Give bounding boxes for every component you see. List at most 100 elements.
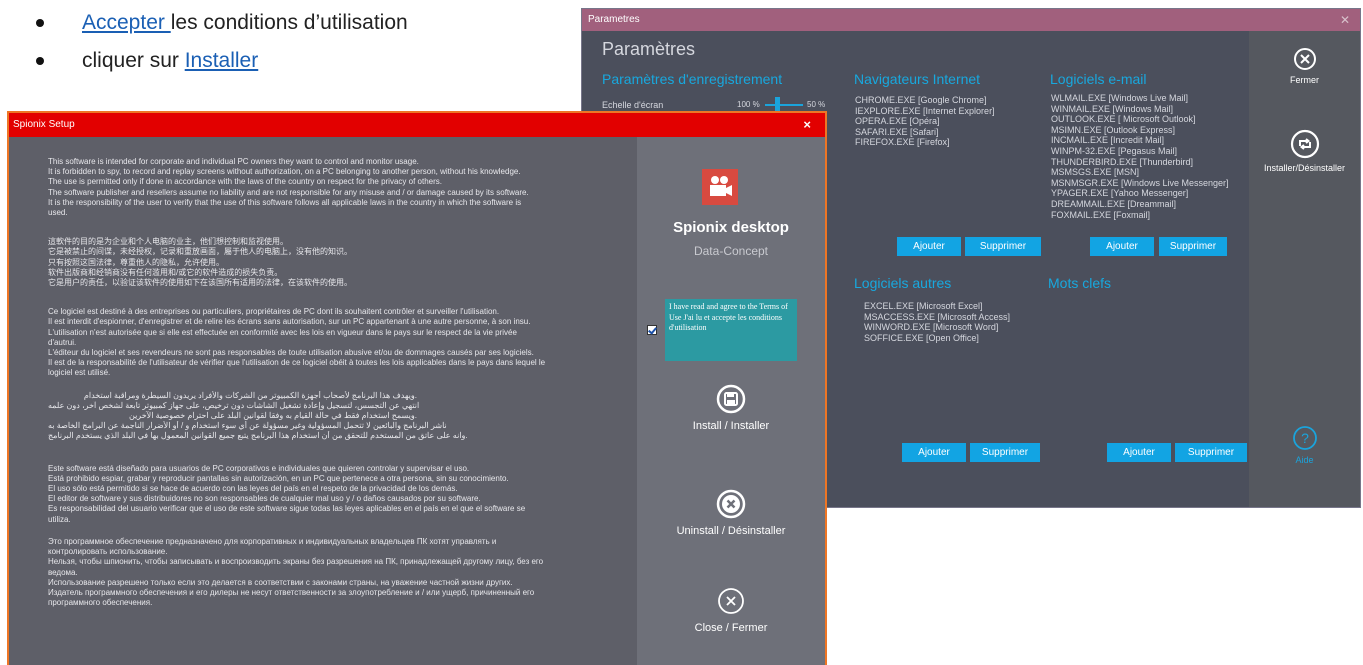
list-item: MSIMN.EXE [Outlook Express]: [1051, 124, 1176, 135]
close-icon[interactable]: ✕: [1340, 9, 1350, 31]
list-item: THUNDERBIRD.EXE [Thunderbird]: [1051, 156, 1194, 167]
remove-browser-button[interactable]: Supprimer: [965, 237, 1041, 256]
close-setup-button[interactable]: Close / Fermer: [637, 586, 825, 634]
list-item: DREAMMAIL.EXE [Dreammail]: [1051, 198, 1177, 209]
list-item: MSNMSGR.EXE [Windows Live Messenger]: [1051, 177, 1229, 188]
instructions-list: Accepter les conditions d’utilisation cl…: [30, 6, 570, 82]
terms-line: Il est de la responsabilité de l'utilisa…: [48, 358, 546, 368]
window-title: Parametres: [588, 14, 640, 25]
add-other-button[interactable]: Ajouter: [902, 443, 966, 462]
instruction-text: cliquer sur: [82, 49, 185, 72]
terms-line: Издатель программного обеспечения и его …: [48, 587, 535, 597]
instruction-accept: Accepter les conditions d’utilisation: [30, 6, 570, 44]
other-software-section-title: Logiciels autres: [854, 275, 952, 291]
scale-slider-thumb[interactable]: [775, 97, 780, 111]
instruction-text: les conditions d’utilisation: [170, 11, 408, 34]
list-item: YPAGER.EXE [Yahoo Messenger]: [1051, 188, 1189, 199]
list-item: OUTLOOK.EXE [ Microsoft Outlook]: [1051, 114, 1196, 125]
install-label: Install / Installer: [692, 420, 770, 432]
scale-slider-track[interactable]: [765, 104, 803, 106]
terms-line: logiciel est utilisé.: [48, 368, 111, 378]
terms-line: контролировать использование.: [48, 547, 168, 557]
company-name: Data-Concept: [693, 244, 769, 258]
terms-line: ويهدف هذا البرنامج لأصحاب أجهزة الكمبيوت…: [83, 390, 417, 400]
list-item: SAFARI.EXE [Safari]: [855, 126, 939, 137]
terms-line: 它是被禁止的间谍，未经授权，记录和重放画面，屬于他人的电脑上，没有他的知识。: [48, 247, 352, 257]
terms-line: وانه على عاتق من المستخدم للتحقق من أن ا…: [48, 431, 468, 441]
add-email-button[interactable]: Ajouter: [1090, 237, 1154, 256]
terms-line: 這軟件的目的是为企业和个人电脑的业主，他们想控制和监视使用。: [48, 237, 288, 247]
window-title: Spionix Setup: [13, 119, 75, 130]
terms-line: used.: [48, 208, 68, 218]
terms-line: The use is permitted only if done in acc…: [48, 177, 442, 187]
agree-checkbox[interactable]: [647, 325, 657, 335]
terms-line: It is the responsibility of the user to …: [48, 197, 522, 207]
terms-line: ведома.: [48, 567, 78, 577]
aide-button[interactable]: ? Aide: [1249, 425, 1360, 465]
terms-line: 软件出版商和经销商没有任何滥用和/或它的软件造成的损失负责。: [48, 267, 283, 277]
remove-keyword-button[interactable]: Supprimer: [1175, 443, 1247, 462]
install-link[interactable]: Installer: [185, 49, 259, 72]
list-item: WINWORD.EXE [Microsoft Word]: [864, 322, 999, 333]
list-item: INCMAIL.EXE [Incredit Mail]: [1051, 135, 1165, 146]
terms-text-area[interactable]: This software is intended for corporate …: [9, 137, 637, 665]
install-uninstall-button[interactable]: Installer/Désinstaller: [1249, 129, 1360, 173]
add-keyword-button[interactable]: Ajouter: [1107, 443, 1171, 462]
setup-sidebar: Spionix desktop Data-Concept I have read…: [637, 137, 825, 665]
list-item: FOXMAIL.EXE [Foxmail]: [1051, 209, 1151, 220]
close-circle-icon: [718, 588, 744, 614]
svg-text:?: ?: [1301, 430, 1309, 446]
remove-other-button[interactable]: Supprimer: [970, 443, 1040, 462]
terms-russian: Это программное обеспечение предназначен…: [48, 537, 637, 608]
close-icon[interactable]: ×: [803, 113, 811, 137]
list-item: WLMAIL.EXE [Windows Live Mail]: [1051, 93, 1189, 103]
terms-line: L'éditeur du logiciel et ses revendeurs …: [48, 348, 534, 358]
remove-email-button[interactable]: Supprimer: [1159, 237, 1227, 256]
accept-link[interactable]: Accepter: [82, 11, 171, 34]
aide-label: Aide: [1295, 455, 1314, 465]
browsers-section-title: Navigateurs Internet: [854, 71, 981, 87]
terms-line: Использование разрешено только если это …: [48, 577, 513, 587]
terms-line: Está prohibido espiar, grabar y reproduc…: [48, 473, 509, 483]
list-item: WINPM-32.EXE [Pegasus Mail]: [1051, 145, 1178, 156]
setup-body: This software is intended for corporate …: [9, 137, 825, 665]
scale-value-left: 100 %: [737, 100, 760, 109]
agree-terms-label[interactable]: I have read and agree to the Terms of Us…: [665, 299, 797, 361]
bullet-icon: [36, 19, 44, 27]
parametres-titlebar: Parametres ✕: [582, 9, 1360, 31]
list-item: FIREFOX.EXE [Firefox]: [855, 137, 950, 148]
terms-line: Este software está diseñado para usuario…: [48, 463, 470, 473]
add-browser-button[interactable]: Ajouter: [897, 237, 961, 256]
install-uninstall-label: Installer/Désinstaller: [1263, 163, 1346, 173]
terms-line: Нельзя, чтобы шпионить, чтобы записывать…: [48, 557, 544, 567]
video-camera-icon: [710, 176, 732, 196]
terms-line: El editor de software y sus distribuidor…: [48, 494, 481, 504]
fermer-button[interactable]: Fermer: [1249, 47, 1360, 85]
uninstall-button[interactable]: Uninstall / Désinstaller: [637, 489, 825, 537]
terms-spanish: Este software está diseñado para usuario…: [48, 464, 637, 525]
refresh-circle-icon: [1290, 129, 1319, 159]
setup-titlebar: Spionix Setup ×: [9, 113, 825, 137]
cancel-circle-icon: [716, 489, 746, 519]
terms-line: ناشر البرنامج والبائعين لا تتحمل المسؤول…: [48, 421, 447, 431]
terms-line: 只有按照这国法律，尊重他人的隐私，允许使用。: [48, 257, 224, 267]
terms-line: This software is intended for corporate …: [48, 157, 419, 166]
terms-line: انتهي عن التجسس، لتسجيل وإعادة تشغيل الش…: [48, 400, 420, 410]
terms-english: This software is intended for corporate …: [48, 157, 637, 218]
save-disk-icon: [716, 384, 746, 414]
help-circle-icon: ?: [1292, 426, 1317, 450]
bullet-icon: [36, 57, 44, 65]
other-software-list: EXCEL.EXE [Microsoft Excel] MSACCESS.EXE …: [864, 301, 1010, 343]
terms-line: El uso sólo está permitido si se hace de…: [48, 484, 458, 494]
close-circle-icon: [1293, 48, 1316, 70]
terms-line: The software publisher and resellers ass…: [48, 187, 529, 197]
install-button[interactable]: Install / Installer: [637, 384, 825, 432]
terms-line: utiliza.: [48, 514, 71, 524]
list-item: IEXPLORE.EXE [Internet Explorer]: [855, 105, 995, 116]
browsers-list: CHROME.EXE [Google Chrome] IEXPLORE.EXE […: [855, 95, 995, 148]
parametres-sidebar: Fermer Installer/Désinstaller ? Aide: [1249, 31, 1360, 507]
list-item: MSACCESS.EXE [Microsoft Access]: [864, 311, 1011, 322]
keywords-section-title: Mots clefs: [1048, 275, 1112, 291]
app-name: Spionix desktop: [673, 219, 789, 236]
terms-line: 它是用户的责任，以验证该软件的使用如下在该国所有适用的法律，在该软件的使用。: [48, 278, 352, 288]
